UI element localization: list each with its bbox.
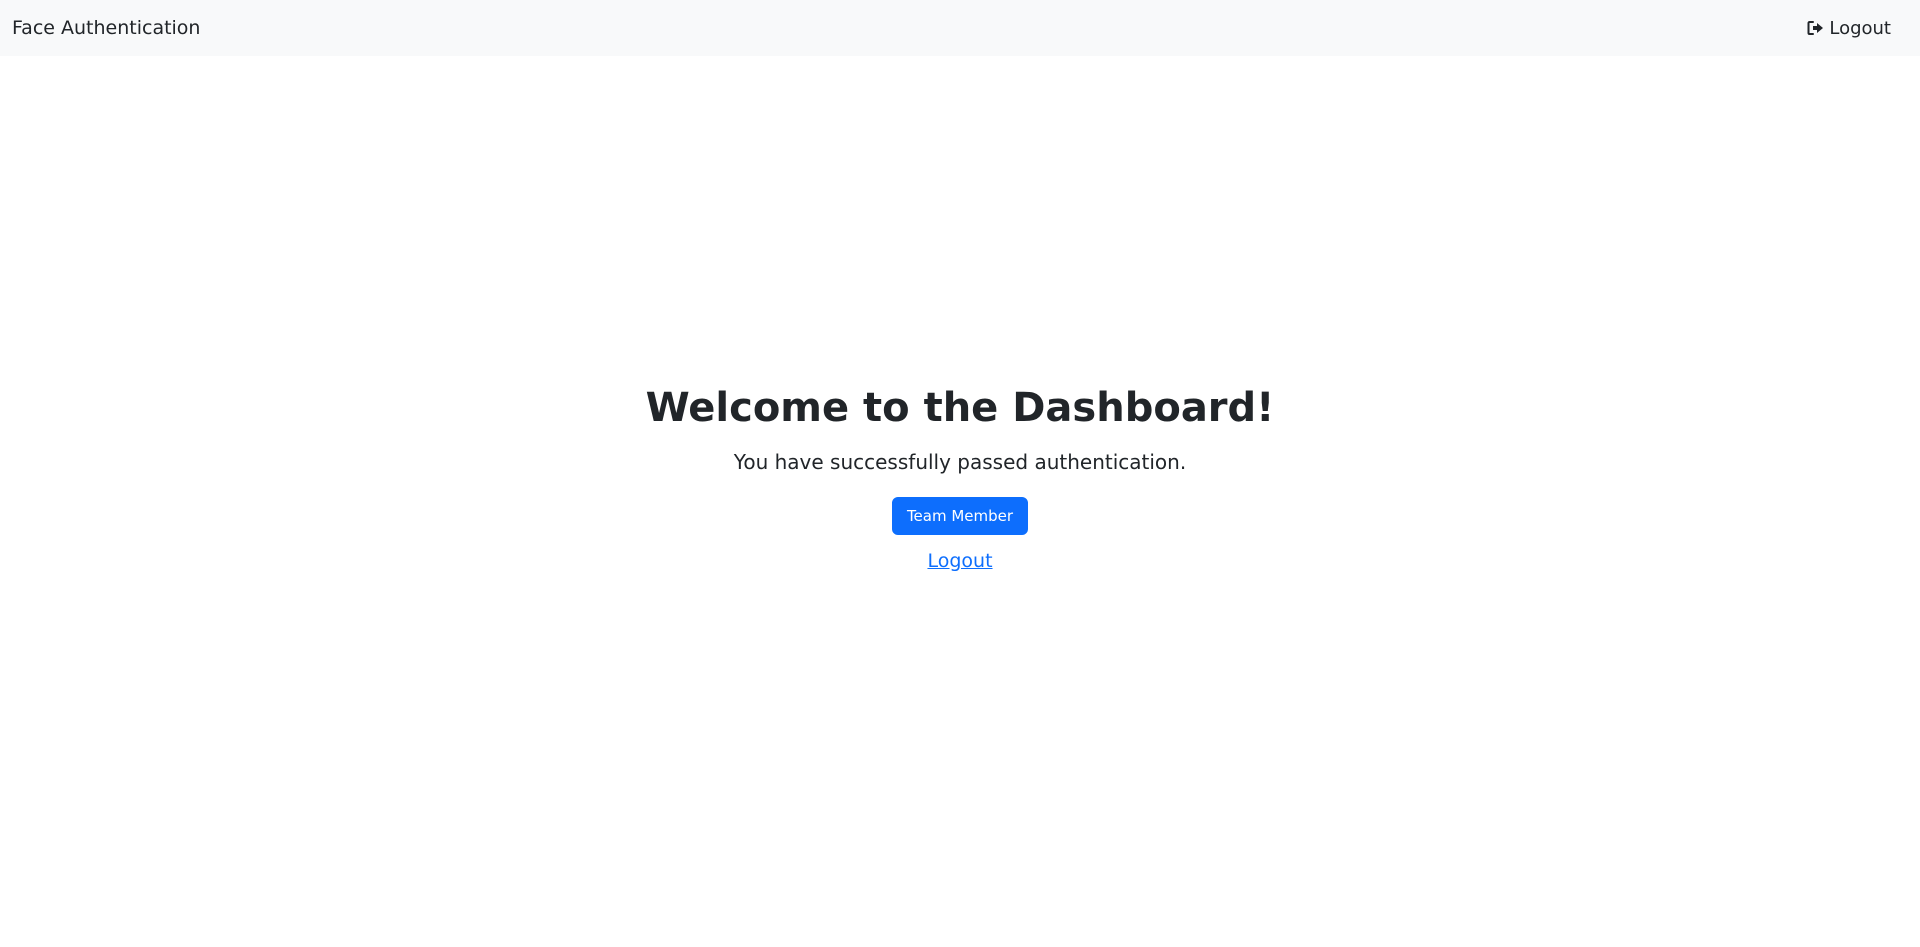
top-navbar: Face Authentication Logout: [0, 0, 1920, 56]
dashboard-content: Welcome to the Dashboard! You have succe…: [0, 376, 1920, 575]
page-subtitle: You have successfully passed authenticat…: [733, 450, 1187, 474]
page-title: Welcome to the Dashboard!: [645, 385, 1275, 431]
team-member-button[interactable]: Team Member: [891, 497, 1029, 535]
navbar-logout-link[interactable]: Logout: [1807, 18, 1891, 39]
sign-out-icon: [1807, 20, 1824, 36]
navbar-brand[interactable]: Face Authentication: [12, 17, 200, 39]
navbar-logout-label: Logout: [1829, 17, 1891, 39]
logout-link[interactable]: Logout: [927, 547, 992, 575]
